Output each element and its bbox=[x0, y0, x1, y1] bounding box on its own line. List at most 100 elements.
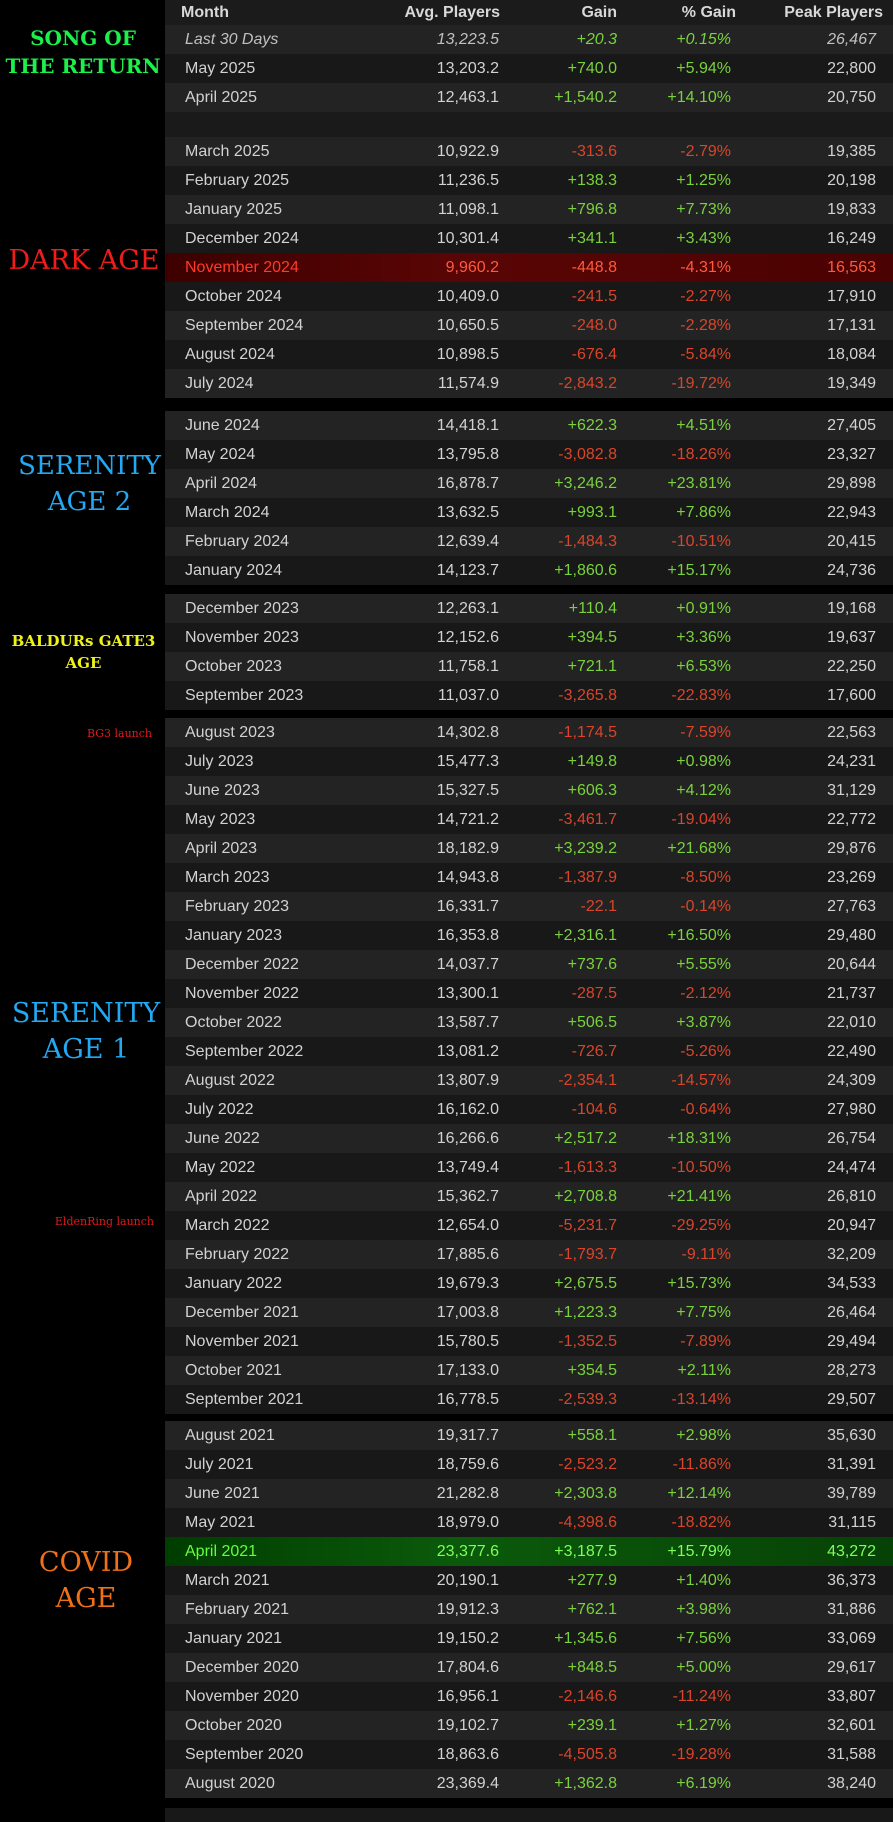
table-row[interactable]: December 2024 10,301.4 +341.1 +3.43% 16,249 bbox=[165, 224, 893, 253]
table-row[interactable]: May 2025 13,203.2 +740.0 +5.94% 22,800 bbox=[165, 54, 893, 83]
table-row[interactable]: January 2023 16,353.8 +2,316.1 +16.50% 29,48… bbox=[165, 921, 893, 950]
table-row[interactable]: December 2022 14,037.7 +737.6 +5.55% 20,644 bbox=[165, 950, 893, 979]
table-row[interactable]: May 2022 13,749.4 -1,613.3 -10.50% 24,474 bbox=[165, 1153, 893, 1182]
table-row[interactable]: October 2023 11,758.1 +721.1 +6.53% 22,250 bbox=[165, 652, 893, 681]
table-row[interactable]: August 2024 10,898.5 -676.4 -5.84% 18,084 bbox=[165, 340, 893, 369]
table-row[interactable]: March 2022 12,654.0 -5,231.7 -29.25% 20,947 bbox=[165, 1211, 893, 1240]
table-row[interactable]: October 2021 17,133.0 +354.5 +2.11% 28,273 bbox=[165, 1356, 893, 1385]
table-row[interactable]: August 2022 13,807.9 -2,354.1 -14.57% 24,309 bbox=[165, 1066, 893, 1095]
table-row[interactable]: July 2023 15,477.3 +149.8 +0.98% 24,231 bbox=[165, 747, 893, 776]
column-header-avg-players[interactable]: Avg. Players bbox=[405, 3, 500, 23]
table-row[interactable]: December 2023 12,263.1 +110.4 +0.91% 19,168 bbox=[165, 594, 893, 623]
table-row[interactable]: March 2024 13,632.5 +993.1 +7.86% 22,943 bbox=[165, 498, 893, 527]
cell-gain: -248.0 bbox=[571, 317, 617, 334]
table-row[interactable]: October 2020 19,102.7 +239.1 +1.27% 32,601 bbox=[165, 1711, 893, 1740]
cell-pct-gain: -13.14% bbox=[671, 1391, 731, 1408]
table-row[interactable]: June 2022 16,266.6 +2,517.2 +18.31% 26,754 bbox=[165, 1124, 893, 1153]
cell-gain: -1,484.3 bbox=[558, 533, 617, 550]
cell-gain: -1,613.3 bbox=[558, 1159, 617, 1176]
cell-gain: +149.8 bbox=[567, 753, 617, 770]
cell-pct-gain: -14.57% bbox=[671, 1072, 731, 1089]
cell-pct-gain: +7.73% bbox=[676, 201, 731, 218]
cell-peak-players: 27,405 bbox=[827, 417, 876, 434]
table-row[interactable]: February 2021 19,912.3 +762.1 +3.98% 31,886 bbox=[165, 1595, 893, 1624]
table-row[interactable]: April 2024 16,878.7 +3,246.2 +23.81% 29,898 bbox=[165, 469, 893, 498]
table-row[interactable]: January 2021 19,150.2 +1,345.6 +7.56% 33,069 bbox=[165, 1624, 893, 1653]
cell-gain: -2,843.2 bbox=[558, 375, 617, 392]
cell-peak-players: 19,385 bbox=[827, 143, 876, 160]
table-row[interactable]: August 2021 19,317.7 +558.1 +2.98% 35,630 bbox=[165, 1421, 893, 1450]
table-row[interactable]: November 2021 15,780.5 -1,352.5 -7.89% 29,49… bbox=[165, 1327, 893, 1356]
cell-gain: -3,082.8 bbox=[558, 446, 617, 463]
table-row[interactable]: May 2021 18,979.0 -4,398.6 -18.82% 31,115 bbox=[165, 1508, 893, 1537]
table-row[interactable]: April 2022 15,362.7 +2,708.8 +21.41% 26,810 bbox=[165, 1182, 893, 1211]
table-row[interactable]: February 2025 11,236.5 +138.3 +1.25% 20,198 bbox=[165, 166, 893, 195]
column-header-month[interactable]: Month bbox=[181, 3, 229, 23]
table-row[interactable]: March 2025 10,922.9 -313.6 -2.79% 19,385 bbox=[165, 137, 893, 166]
era-label-dark-age: DARK AGE bbox=[8, 245, 160, 276]
table-row[interactable]: March 2023 14,943.8 -1,387.9 -8.50% 23,269 bbox=[165, 863, 893, 892]
cell-pct-gain: -9.11% bbox=[681, 1246, 731, 1263]
cell-pct-gain: -11.24% bbox=[672, 1688, 731, 1705]
cell-peak-players: 28,273 bbox=[827, 1362, 876, 1379]
cell-pct-gain: +5.55% bbox=[676, 956, 731, 973]
cell-gain: +762.1 bbox=[567, 1601, 617, 1618]
table-row[interactable]: September 2023 11,037.0 -3,265.8 -22.83% 17,… bbox=[165, 681, 893, 710]
table-row[interactable]: May 2023 14,721.2 -3,461.7 -19.04% 22,772 bbox=[165, 805, 893, 834]
table-row[interactable]: November 2020 16,956.1 -2,146.6 -11.24% 33,8… bbox=[165, 1682, 893, 1711]
table-row[interactable]: November 2024 9,960.2 -448.8 -4.31% 16,563 bbox=[165, 253, 893, 282]
table-row[interactable]: May 2024 13,795.8 -3,082.8 -18.26% 23,327 bbox=[165, 440, 893, 469]
cell-month: February 2025 bbox=[185, 172, 290, 189]
cell-pct-gain: +23.81% bbox=[667, 475, 731, 492]
table-row[interactable]: October 2022 13,587.7 +506.5 +3.87% 22,010 bbox=[165, 1008, 893, 1037]
cell-pct-gain: +7.56% bbox=[676, 1630, 731, 1647]
cell-pct-gain: -7.89% bbox=[680, 1333, 731, 1350]
cell-pct-gain: +3.43% bbox=[676, 230, 731, 247]
table-row[interactable]: August 2023 14,302.8 -1,174.5 -7.59% 22,563 bbox=[165, 718, 893, 747]
table-row[interactable]: July 2022 16,162.0 -104.6 -0.64% 27,980 bbox=[165, 1095, 893, 1124]
cell-month: February 2024 bbox=[185, 533, 290, 550]
table-row[interactable]: January 2025 11,098.1 +796.8 +7.73% 19,833 bbox=[165, 195, 893, 224]
table-row[interactable]: April 2021 23,377.6 +3,187.5 +15.79% 43,272 bbox=[165, 1537, 893, 1566]
cell-pct-gain: -5.84% bbox=[680, 346, 731, 363]
table-row[interactable]: September 2024 10,650.5 -248.0 -2.28% 17,131 bbox=[165, 311, 893, 340]
table-row[interactable]: November 2022 13,300.1 -287.5 -2.12% 21,737 bbox=[165, 979, 893, 1008]
cell-pct-gain: +18.31% bbox=[667, 1130, 731, 1147]
table-row[interactable]: July 2021 18,759.6 -2,523.2 -11.86% 31,391 bbox=[165, 1450, 893, 1479]
table-row[interactable]: November 2023 12,152.6 +394.5 +3.36% 19,637 bbox=[165, 623, 893, 652]
table-row[interactable]: September 2020 18,863.6 -4,505.8 -19.28% 31,… bbox=[165, 1740, 893, 1769]
column-header-gain[interactable]: Gain bbox=[581, 3, 617, 23]
column-header-peak-players[interactable]: Peak Players bbox=[784, 3, 883, 23]
table-row[interactable]: June 2023 15,327.5 +606.3 +4.12% 31,129 bbox=[165, 776, 893, 805]
table-row[interactable]: March 2021 20,190.1 +277.9 +1.40% 36,373 bbox=[165, 1566, 893, 1595]
section-divider bbox=[165, 112, 893, 137]
cell-gain: +848.5 bbox=[567, 1659, 617, 1676]
cell-month: July 2022 bbox=[185, 1101, 254, 1118]
table-row[interactable]: January 2024 14,123.7 +1,860.6 +15.17% 24,73… bbox=[165, 556, 893, 585]
cell-peak-players: 32,209 bbox=[827, 1246, 876, 1263]
table-row[interactable]: June 2021 21,282.8 +2,303.8 +12.14% 39,789 bbox=[165, 1479, 893, 1508]
table-row[interactable]: October 2024 10,409.0 -241.5 -2.27% 17,910 bbox=[165, 282, 893, 311]
cell-avg-players: 12,152.6 bbox=[436, 629, 499, 646]
table-row[interactable]: December 2020 17,804.6 +848.5 +5.00% 29,617 bbox=[165, 1653, 893, 1682]
table-row[interactable]: January 2022 19,679.3 +2,675.5 +15.73% 34,53… bbox=[165, 1269, 893, 1298]
table-row[interactable]: February 2022 17,885.6 -1,793.7 -9.11% 32,20… bbox=[165, 1240, 893, 1269]
table-row[interactable]: February 2024 12,639.4 -1,484.3 -10.51% 20,4… bbox=[165, 527, 893, 556]
table-row[interactable]: July 2024 11,574.9 -2,843.2 -19.72% 19,349 bbox=[165, 369, 893, 398]
cell-gain: -1,793.7 bbox=[558, 1246, 617, 1263]
table-row[interactable]: April 2023 18,182.9 +3,239.2 +21.68% 29,876 bbox=[165, 834, 893, 863]
table-row[interactable]: December 2021 17,003.8 +1,223.3 +7.75% 26,46… bbox=[165, 1298, 893, 1327]
table-row[interactable]: August 2020 23,369.4 +1,362.8 +6.19% 38,240 bbox=[165, 1769, 893, 1798]
cell-gain: +3,187.5 bbox=[554, 1543, 617, 1560]
table-row[interactable]: September 2021 16,778.5 -2,539.3 -13.14% 29,… bbox=[165, 1385, 893, 1414]
cell-avg-players: 11,236.5 bbox=[437, 172, 499, 189]
table-row[interactable]: June 2024 14,418.1 +622.3 +4.51% 27,405 bbox=[165, 411, 893, 440]
cell-month: April 2023 bbox=[185, 840, 258, 857]
cell-avg-players: 13,300.1 bbox=[436, 985, 499, 1002]
cell-month: February 2021 bbox=[185, 1601, 290, 1618]
table-row[interactable]: September 2022 13,081.2 -726.7 -5.26% 22,490 bbox=[165, 1037, 893, 1066]
table-row[interactable]: February 2023 16,331.7 -22.1 -0.14% 27,763 bbox=[165, 892, 893, 921]
table-row[interactable]: April 2025 12,463.1 +1,540.2 +14.10% 20,750 bbox=[165, 83, 893, 112]
column-header-pct-gain[interactable]: % Gain bbox=[682, 3, 736, 23]
table-row[interactable]: Last 30 Days 13,223.5 +20.3 +0.15% 26,467 bbox=[165, 25, 893, 54]
